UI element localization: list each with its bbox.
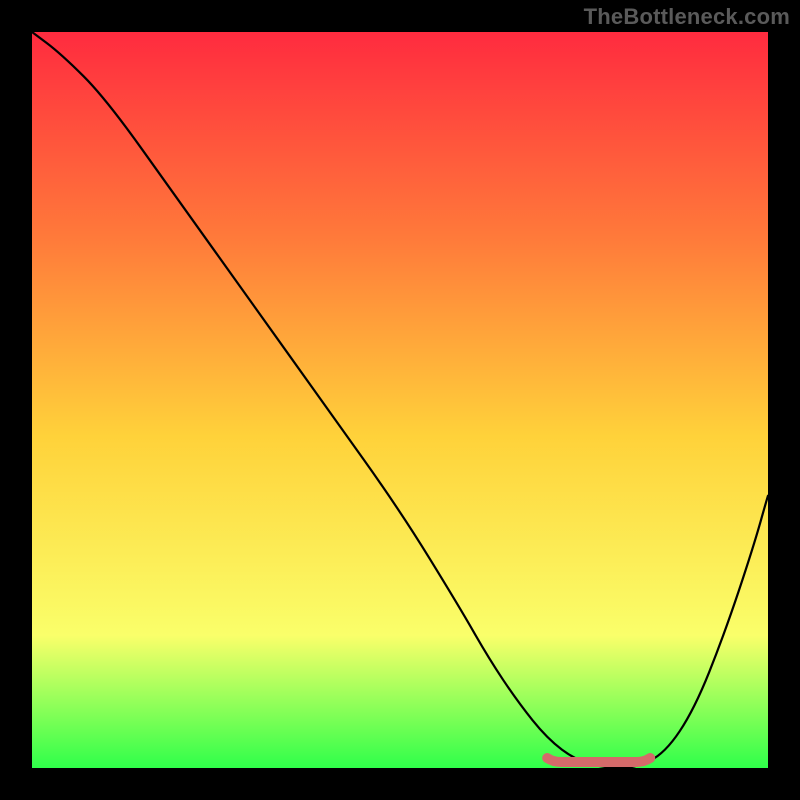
chart-svg <box>32 32 768 768</box>
optimal-range-marker <box>547 758 650 762</box>
chart-plot-area <box>32 32 768 768</box>
gradient-background <box>32 32 768 768</box>
watermark-label: TheBottleneck.com <box>584 4 790 30</box>
chart-frame: TheBottleneck.com <box>0 0 800 800</box>
